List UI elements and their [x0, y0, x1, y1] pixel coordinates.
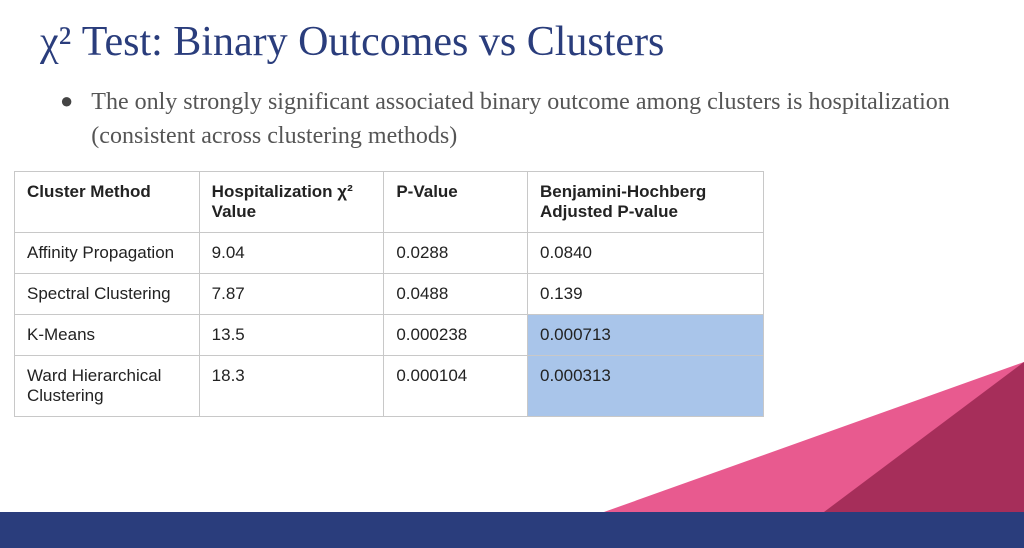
cell-method: Affinity Propagation [15, 233, 200, 274]
header-method: Cluster Method [15, 172, 200, 233]
cell-adjusted: 0.139 [527, 274, 763, 315]
table-row: Spectral Clustering 7.87 0.0488 0.139 [15, 274, 764, 315]
table-header-row: Cluster Method Hospitalization χ² Value … [15, 172, 764, 233]
table-row: Affinity Propagation 9.04 0.0288 0.0840 [15, 233, 764, 274]
bullet-list: ● The only strongly significant associat… [0, 66, 1024, 153]
header-chi2: Hospitalization χ² Value [199, 172, 384, 233]
cell-adjusted: 0.0840 [527, 233, 763, 274]
decorative-bottom-bar [0, 512, 1024, 548]
bullet-item: ● The only strongly significant associat… [60, 86, 984, 153]
cell-chi2: 18.3 [199, 356, 384, 417]
cell-method: Spectral Clustering [15, 274, 200, 315]
cell-chi2: 13.5 [199, 315, 384, 356]
header-adjusted: Benjamini-Hochberg Adjusted P-value [527, 172, 763, 233]
cell-method: K-Means [15, 315, 200, 356]
cell-method: Ward Hierarchical Clustering [15, 356, 200, 417]
table-row: K-Means 13.5 0.000238 0.000713 [15, 315, 764, 356]
bullet-dot-icon: ● [60, 86, 73, 117]
decorative-triangle-dark [824, 362, 1024, 512]
cell-adjusted-highlighted: 0.000713 [527, 315, 763, 356]
cell-pvalue: 0.000238 [384, 315, 528, 356]
cell-pvalue: 0.000104 [384, 356, 528, 417]
header-pvalue: P-Value [384, 172, 528, 233]
cell-chi2: 9.04 [199, 233, 384, 274]
cell-pvalue: 0.0488 [384, 274, 528, 315]
bullet-text: The only strongly significant associated… [91, 86, 984, 153]
slide-title: χ² Test: Binary Outcomes vs Clusters [0, 0, 1024, 66]
cell-chi2: 7.87 [199, 274, 384, 315]
cell-pvalue: 0.0288 [384, 233, 528, 274]
